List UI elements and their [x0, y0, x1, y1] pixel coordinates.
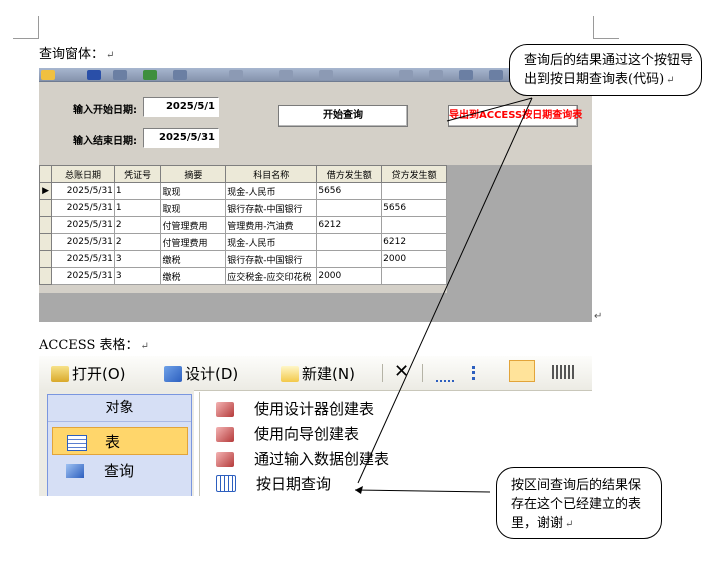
paragraph-mark: ↵ — [666, 75, 675, 86]
connector-line — [446, 97, 533, 122]
callout-bottom: 按区间查询后的结果保存在这个已经建立的表里，谢谢 ↵ — [496, 467, 662, 539]
callout-bottom-text: 按区间查询后的结果保存在这个已经建立的表里，谢谢 — [511, 478, 642, 531]
paragraph-mark: ↵ — [565, 519, 574, 530]
callout-top: 查询后的结果通过这个按钮导出到按日期查询表(代码) ↵ — [509, 44, 702, 96]
arrow-head-icon — [355, 486, 363, 494]
connector-line — [357, 97, 533, 484]
connector-line — [354, 489, 491, 493]
